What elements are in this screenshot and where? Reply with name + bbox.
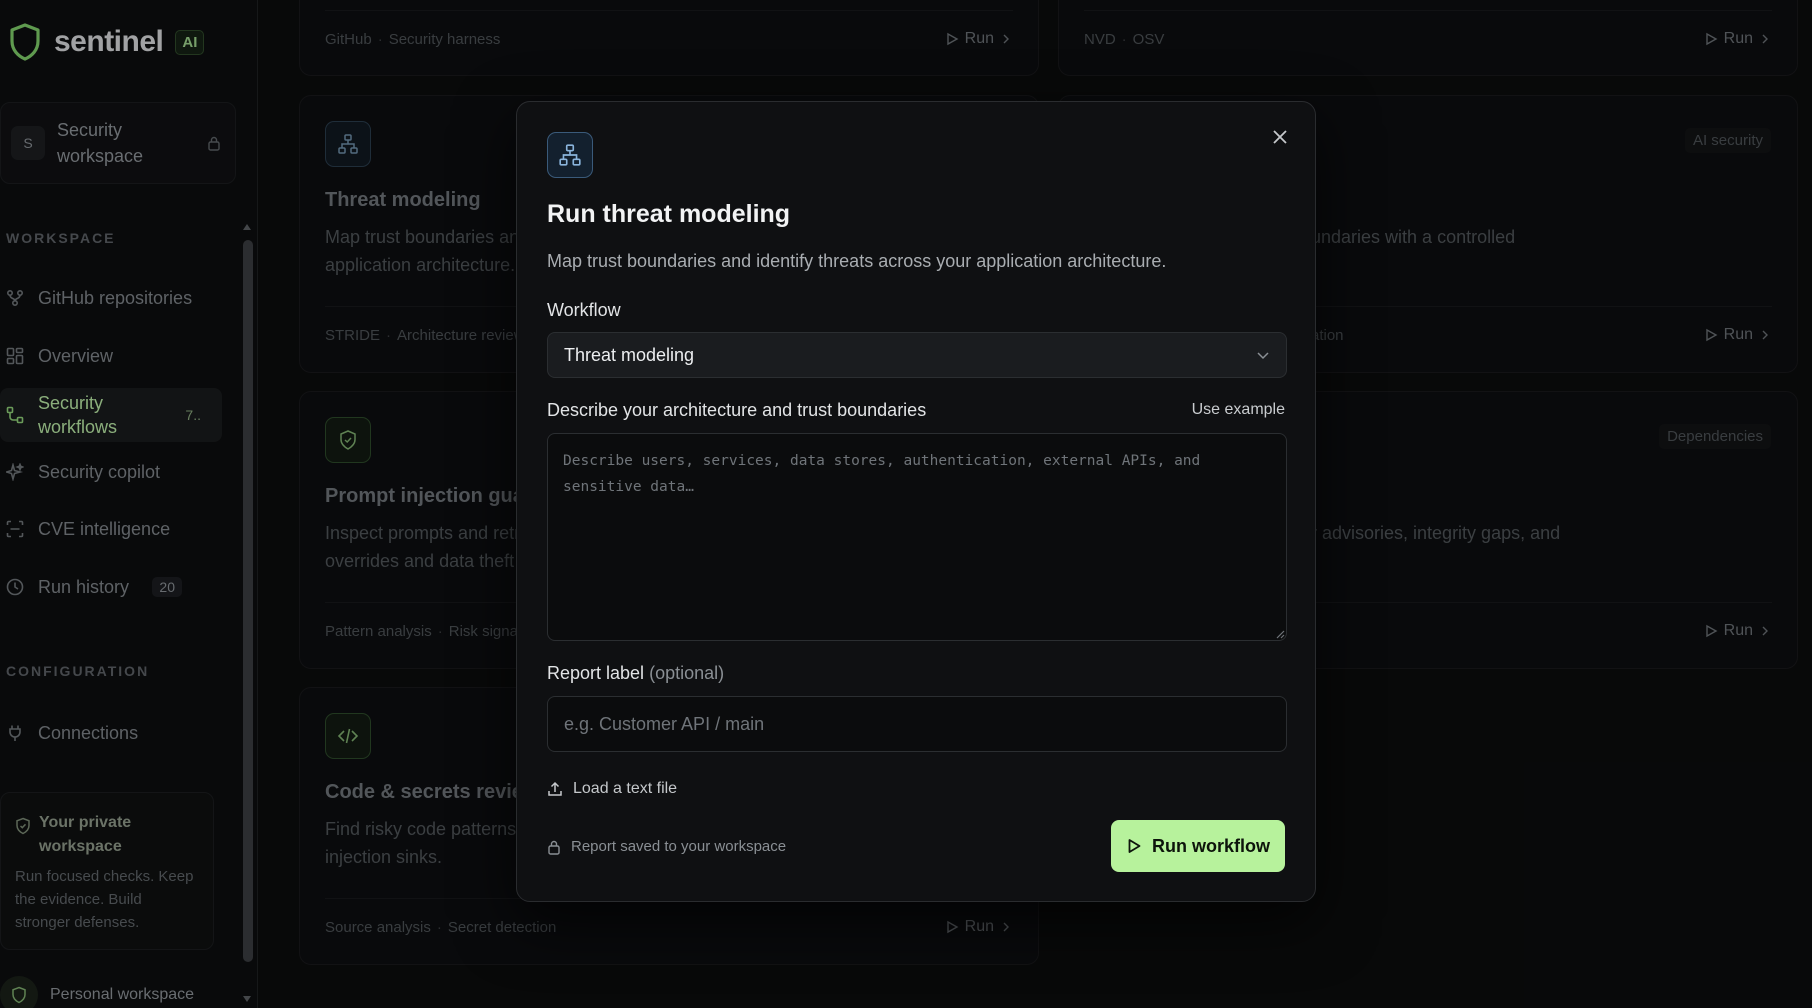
run-workflow-modal: Run threat modeling Map trust boundaries…: [516, 101, 1316, 902]
load-text-file-label: Load a text file: [573, 780, 678, 797]
chevron-down-icon: [1256, 348, 1270, 362]
close-icon[interactable]: [1265, 122, 1295, 152]
modal-title: Run threat modeling: [547, 200, 791, 228]
saved-note-text: Report saved to your workspace: [571, 838, 787, 855]
report-label-placeholder: e.g. Customer API / main: [564, 713, 765, 734]
report-label: Report label (optional): [547, 663, 725, 683]
architecture-textarea-placeholder: Describe users, services, data stores, a…: [563, 453, 1201, 495]
workflow-select-value: Threat modeling: [564, 344, 695, 365]
resize-grip-icon[interactable]: [1275, 629, 1285, 639]
lock-icon: [547, 839, 561, 855]
workflow-label: Workflow: [547, 300, 621, 320]
use-example-link[interactable]: Use example: [1192, 401, 1285, 419]
run-workflow-button[interactable]: Run workflow: [1111, 820, 1285, 872]
report-label-input[interactable]: e.g. Customer API / main: [547, 696, 1287, 752]
workflow-select[interactable]: Threat modeling: [547, 332, 1287, 378]
saved-note: Report saved to your workspace: [547, 838, 786, 855]
diagram-icon: [547, 132, 593, 178]
run-workflow-label: Run workflow: [1152, 835, 1270, 856]
play-icon: [1126, 838, 1142, 854]
describe-label: Describe your architecture and trust bou…: [547, 400, 927, 420]
modal-subtitle: Map trust boundaries and identify threat…: [547, 251, 1167, 271]
load-text-file-button[interactable]: Load a text file: [547, 780, 677, 798]
upload-icon: [547, 781, 563, 797]
